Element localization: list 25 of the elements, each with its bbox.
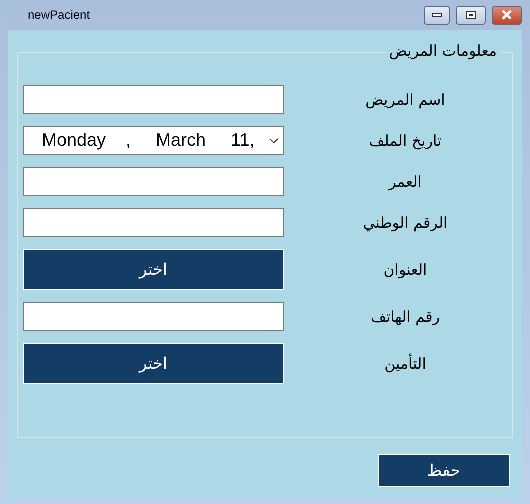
close-icon xyxy=(501,10,513,20)
field-label: تاريخ الملف xyxy=(368,132,443,150)
field-label: الرقم الوطني xyxy=(362,214,449,232)
text-field[interactable] xyxy=(23,85,284,114)
text-field[interactable] xyxy=(23,167,284,196)
choose-button[interactable]: اختر xyxy=(23,343,284,384)
group-title: معلومات المريض xyxy=(386,42,500,60)
date-value: Monday , March 11, xyxy=(42,130,255,151)
save-button[interactable]: حفظ xyxy=(378,454,510,487)
date-picker[interactable]: Monday , March 11, xyxy=(23,126,284,155)
field-label: العمر xyxy=(387,172,423,190)
field-label: العنوان xyxy=(382,260,428,278)
minimize-icon xyxy=(432,13,442,17)
maximize-button[interactable] xyxy=(456,6,486,24)
chevron-down-icon xyxy=(269,138,279,144)
field-label: رقم الهاتف xyxy=(370,308,442,326)
text-field[interactable] xyxy=(23,208,284,237)
maximize-icon xyxy=(466,11,476,19)
window-title: newPacient xyxy=(28,8,92,22)
choose-button[interactable]: اختر xyxy=(23,249,284,290)
field-label: اسم المريض xyxy=(364,90,446,108)
minimize-button[interactable] xyxy=(424,6,450,24)
field-label: التأمين xyxy=(384,354,428,372)
text-field[interactable] xyxy=(23,302,284,331)
close-button[interactable] xyxy=(492,6,522,24)
